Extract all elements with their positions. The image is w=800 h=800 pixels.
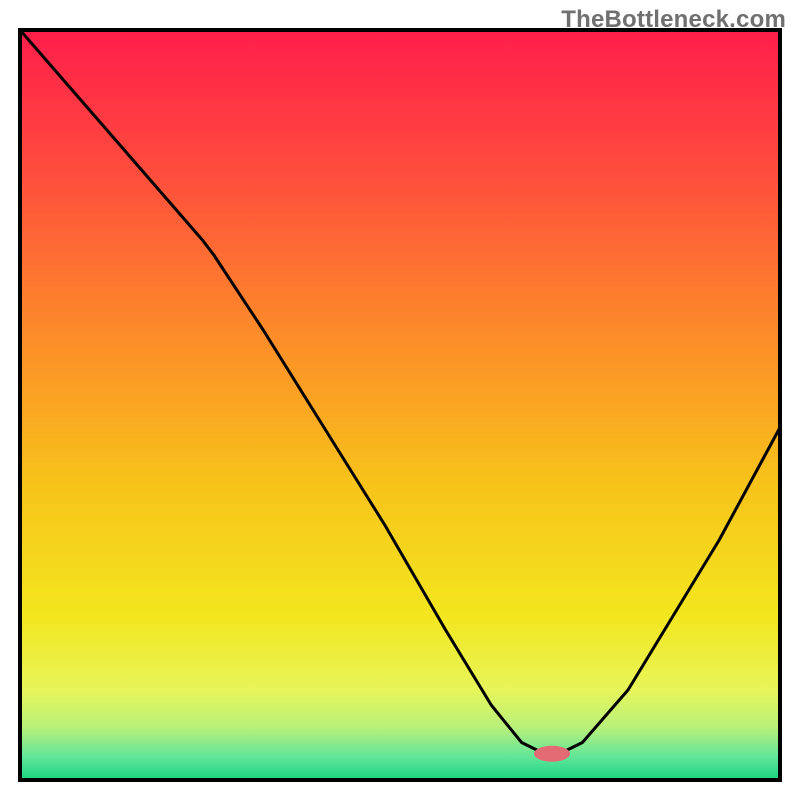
- chart-stage: TheBottleneck.com: [0, 0, 800, 800]
- ideal-point-marker: [534, 746, 570, 762]
- watermark-text: TheBottleneck.com: [561, 6, 786, 34]
- gradient-background: [20, 30, 780, 780]
- bottleneck-chart: [0, 0, 800, 800]
